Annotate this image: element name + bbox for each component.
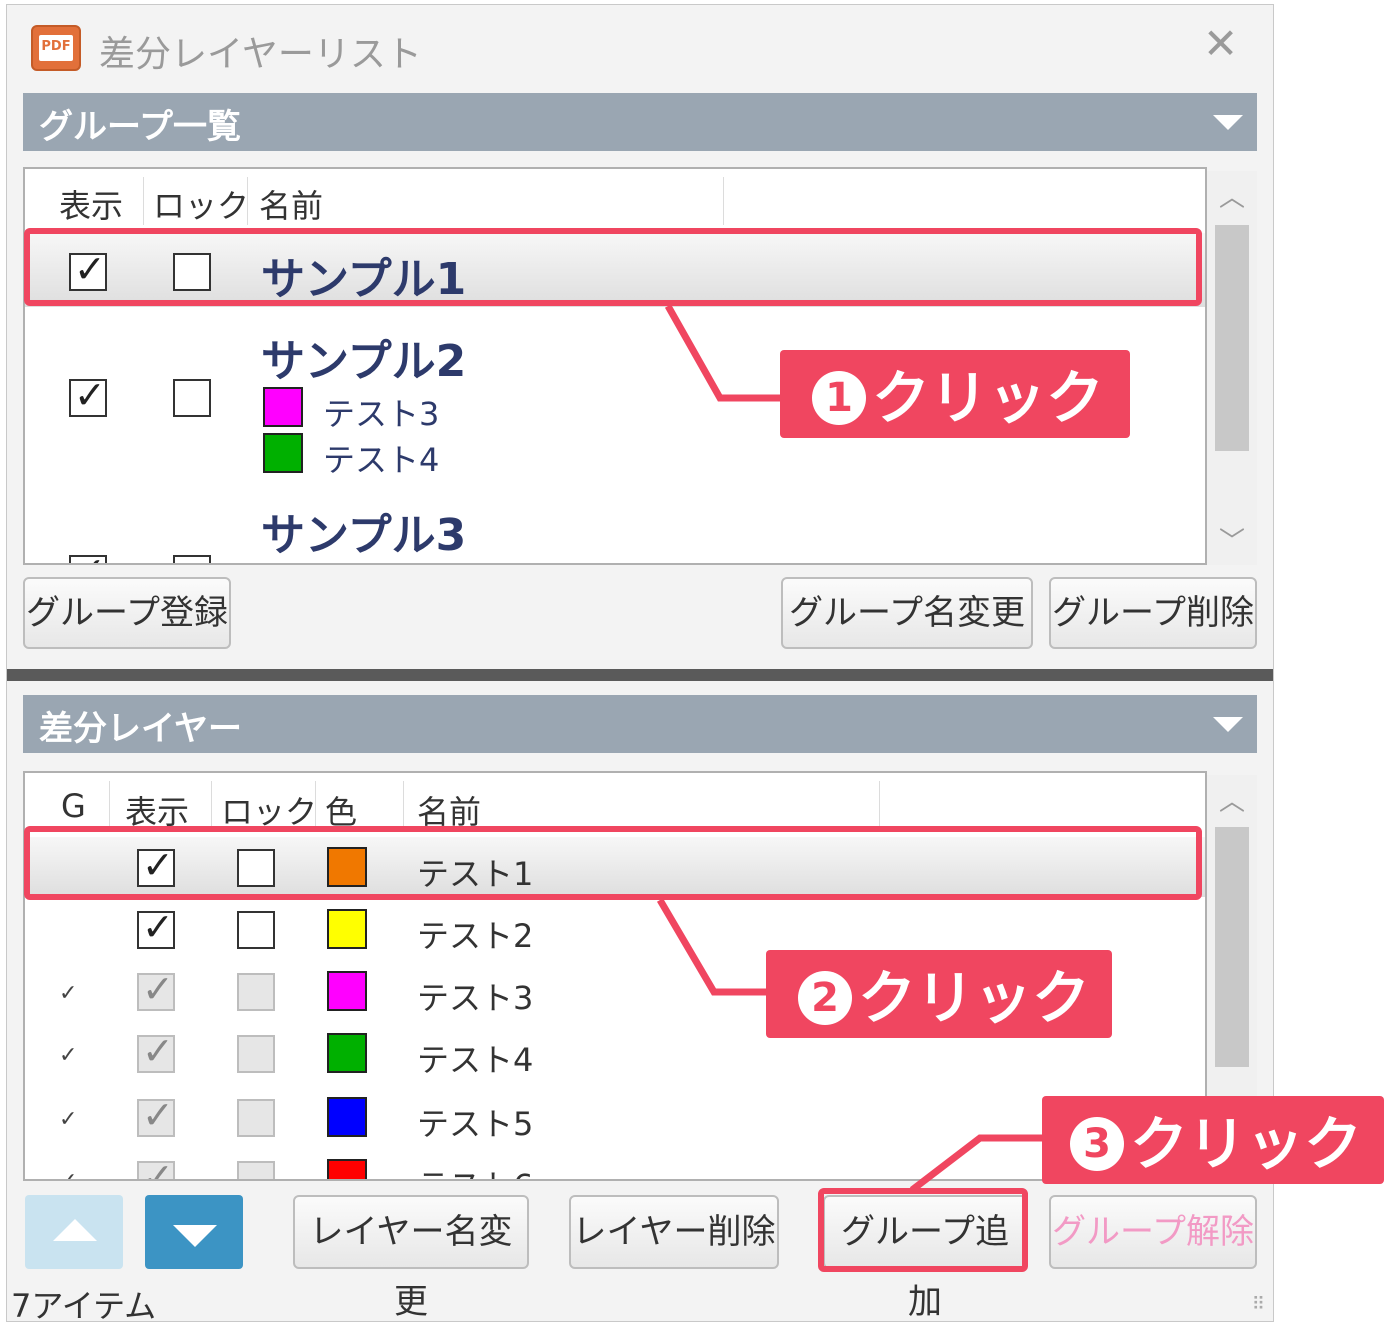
callout-step-2: 2 クリック <box>766 950 1112 1038</box>
highlight-layer-row <box>24 826 1202 900</box>
step-number: 2 <box>798 970 852 1025</box>
highlight-group-add <box>818 1188 1028 1272</box>
callout-step-1: 1 クリック <box>780 350 1130 438</box>
highlight-group-row <box>24 228 1202 306</box>
step-label: クリック <box>872 363 1105 432</box>
step-number: 1 <box>812 370 866 425</box>
step-label: クリック <box>1130 1109 1363 1178</box>
step-number: 3 <box>1070 1116 1124 1171</box>
step-label: クリック <box>858 963 1091 1032</box>
callout-step-3: 3 クリック <box>1042 1096 1384 1184</box>
